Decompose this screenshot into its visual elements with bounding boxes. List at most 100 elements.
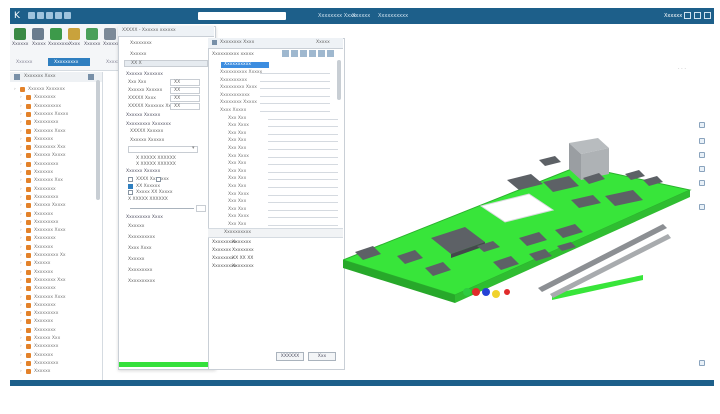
expand-arrow-icon[interactable]: › [20, 285, 22, 293]
layer-manager-close[interactable]: Xxxxx [316, 40, 330, 45]
rotate-icon[interactable] [699, 166, 705, 172]
properties-id-field[interactable]: XX X [124, 60, 208, 67]
property-field[interactable]: XX [170, 95, 200, 102]
expand-arrow-icon[interactable]: › [20, 277, 22, 285]
checkbox-1b[interactable] [156, 177, 161, 182]
layer-selected-row[interactable]: Xxxxxxxxxx [221, 62, 269, 68]
checkbox-1[interactable] [128, 177, 133, 182]
expand-arrow-icon[interactable]: › [20, 144, 22, 152]
expand-arrow-icon[interactable]: › [20, 152, 22, 160]
ribbon-button-5-icon[interactable] [104, 28, 116, 40]
open-icon[interactable] [64, 12, 71, 19]
expand-arrow-icon[interactable]: › [20, 94, 22, 102]
tree-item[interactable]: › Xxxxxxxx Xxx [14, 277, 94, 285]
tree-item[interactable]: › Xxxxxxxxx [14, 219, 94, 227]
undo-icon[interactable] [37, 12, 44, 19]
tool-1-icon[interactable] [282, 50, 289, 57]
tree-item[interactable]: › Xxxxxx [14, 368, 94, 376]
tree-item[interactable]: › Xxxxxxxx [14, 94, 94, 102]
expand-arrow-icon[interactable]: › [20, 352, 22, 360]
new-icon[interactable] [55, 12, 62, 19]
expand-arrow-icon[interactable]: › [20, 128, 22, 136]
tool-3-icon[interactable] [300, 50, 307, 57]
tree-item[interactable]: › Xxxxxxxxx [14, 194, 94, 202]
redo-icon[interactable] [46, 12, 53, 19]
expand-arrow-icon[interactable]: › [20, 103, 22, 111]
minimize-icon[interactable] [684, 12, 691, 19]
expand-arrow-icon[interactable]: › [20, 219, 22, 227]
checkbox-3[interactable] [128, 190, 133, 195]
tree-item[interactable]: › Xxxxxxxxx [14, 119, 94, 127]
expand-arrow-icon[interactable]: › [20, 368, 22, 376]
tree-item[interactable]: › Xxxxxxx Xxxx [14, 128, 94, 136]
tree-item[interactable]: › Xxxxxxx [14, 136, 94, 144]
tree-item[interactable]: › Xxxxxxxx [14, 186, 94, 194]
ribbon-button-2-icon[interactable] [50, 28, 62, 40]
dropdown-icon[interactable]: ▾ [192, 145, 197, 151]
expand-arrow-icon[interactable]: › [20, 211, 22, 219]
nav-icon[interactable] [699, 360, 705, 366]
tree-item[interactable]: › Xxxxxxxx [14, 235, 94, 243]
expand-arrow-icon[interactable]: › [20, 360, 22, 368]
tree-item[interactable]: › Xxxxxxxx [14, 327, 94, 335]
tree-item[interactable]: › Xxxxxxxxx [14, 343, 94, 351]
search-input[interactable] [198, 12, 286, 20]
expand-arrow-icon[interactable]: › [20, 302, 22, 310]
tab-1[interactable]: Xxxxxx [352, 13, 370, 19]
expand-arrow-icon[interactable]: › [20, 111, 22, 119]
properties-sub-field[interactable] [128, 146, 198, 153]
tree-item[interactable]: › Xxxxxx Xxxxxxx [14, 86, 94, 94]
expand-arrow-icon[interactable]: › [20, 186, 22, 194]
tree-item[interactable]: › Xxxxxxx [14, 244, 94, 252]
tree-item[interactable]: › Xxxxxxx [14, 318, 94, 326]
expand-arrow-icon[interactable]: › [20, 244, 22, 252]
ribbon-button-1-icon[interactable] [32, 28, 44, 40]
tool-6-icon[interactable] [327, 50, 334, 57]
expand-arrow-icon[interactable]: › [20, 318, 22, 326]
slider-value-field[interactable] [196, 205, 206, 212]
user-name[interactable]: Xxxxxx [664, 13, 682, 19]
ribbon-button-4-icon[interactable] [86, 28, 98, 40]
fit-icon[interactable] [699, 180, 705, 186]
tool-2-icon[interactable] [291, 50, 298, 57]
tab-0[interactable]: Xxxxxxxx Xxxx [318, 13, 356, 19]
expand-arrow-icon[interactable]: › [20, 310, 22, 318]
maximize-icon[interactable] [694, 12, 701, 19]
expand-arrow-icon[interactable]: › [20, 202, 22, 210]
tree-item[interactable]: › Xxxxxxx Xxxx [14, 227, 94, 235]
layer-manager-search[interactable]: Xxxxxxxxxx xxxxx [212, 52, 254, 57]
expand-arrow-icon[interactable]: › [20, 136, 22, 144]
expand-arrow-icon[interactable]: › [20, 119, 22, 127]
expand-arrow-icon[interactable]: › [14, 86, 16, 94]
tree-item[interactable]: › Xxxxxxxxx [14, 161, 94, 169]
tree-item[interactable]: › Xxxxxxx [14, 169, 94, 177]
tree-item[interactable]: › Xxxxxxxxxx [14, 103, 94, 111]
tree-item[interactable]: › Xxxxxxxxx Xx [14, 252, 94, 260]
tree-item[interactable]: › Xxxxxxx [14, 211, 94, 219]
zoom-icon[interactable] [699, 138, 705, 144]
expand-arrow-icon[interactable]: › [20, 260, 22, 268]
tab-2[interactable]: Xxxxxxxxxx [378, 13, 408, 19]
tree-item[interactable]: › Xxxxxx Xxx [14, 335, 94, 343]
slider-track[interactable] [130, 208, 194, 209]
expand-arrow-icon[interactable]: › [20, 227, 22, 235]
save-icon[interactable] [28, 12, 35, 19]
cancel-button[interactable]: Xxx [308, 352, 336, 361]
view-controls[interactable]: · · · [678, 66, 686, 72]
expand-arrow-icon[interactable]: › [20, 343, 22, 351]
tree-item[interactable]: › Xxxxxxxx [14, 285, 94, 293]
close-icon[interactable] [704, 12, 711, 19]
ribbon-button-0-icon[interactable] [14, 28, 26, 40]
tool-5-icon[interactable] [318, 50, 325, 57]
tree-item[interactable]: › Xxxxxxxx [14, 302, 94, 310]
tree-item[interactable]: › Xxxxxxxxx [14, 310, 94, 318]
expand-arrow-icon[interactable]: › [20, 294, 22, 302]
tree-item[interactable]: › Xxxxxxx Xxxx [14, 294, 94, 302]
tree-item[interactable]: › Xxxxxxx [14, 269, 94, 277]
tree-item[interactable]: › Xxxxxxx Xxxxx [14, 111, 94, 119]
tree-item[interactable]: › Xxxxxxxxx [14, 360, 94, 368]
settings-icon[interactable] [699, 204, 705, 210]
layer-scrollbar[interactable] [337, 60, 341, 100]
ok-button[interactable]: XXXXXX [276, 352, 304, 361]
expand-arrow-icon[interactable]: › [20, 269, 22, 277]
